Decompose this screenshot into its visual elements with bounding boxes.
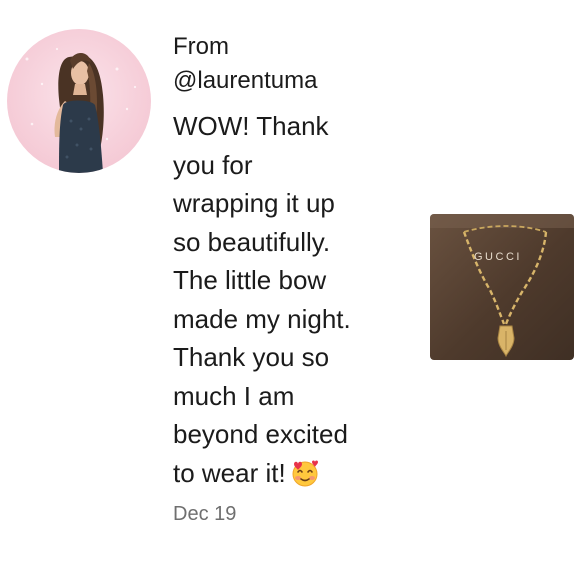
message-line: Thank you so <box>173 342 330 372</box>
message-line: wrapping it up <box>173 188 335 218</box>
message-line: made my night. <box>173 303 351 334</box>
message-last-line: to wear it! <box>173 454 413 493</box>
smiling-face-with-hearts-icon <box>290 458 320 499</box>
message-line: WOW! Thank <box>173 111 329 141</box>
brand-text: GUCCI <box>474 251 522 263</box>
from-label: From <box>173 33 229 60</box>
avatar-image <box>7 29 151 173</box>
username-link[interactable]: @laurentuma <box>173 64 413 98</box>
message-body: WOW! Thank you for wrapping it up so bea… <box>173 107 413 492</box>
message-line: much I am <box>173 380 295 411</box>
message-line: to wear it! <box>173 457 286 488</box>
message-date: Dec 19 <box>173 503 237 525</box>
message-column: From @laurentuma WOW! Thank you for wrap… <box>173 30 413 528</box>
review-card: From @laurentuma WOW! Thank you for wrap… <box>0 0 580 580</box>
message-line: beyond excited <box>173 419 348 449</box>
message-line: you for <box>173 149 253 180</box>
product-thumbnail[interactable]: GUCCI <box>430 214 574 360</box>
message-line: so beautifully. <box>173 226 331 257</box>
avatar[interactable] <box>7 29 151 173</box>
message-line: The little bow <box>173 265 327 295</box>
necklace-photo: GUCCI <box>430 214 574 360</box>
